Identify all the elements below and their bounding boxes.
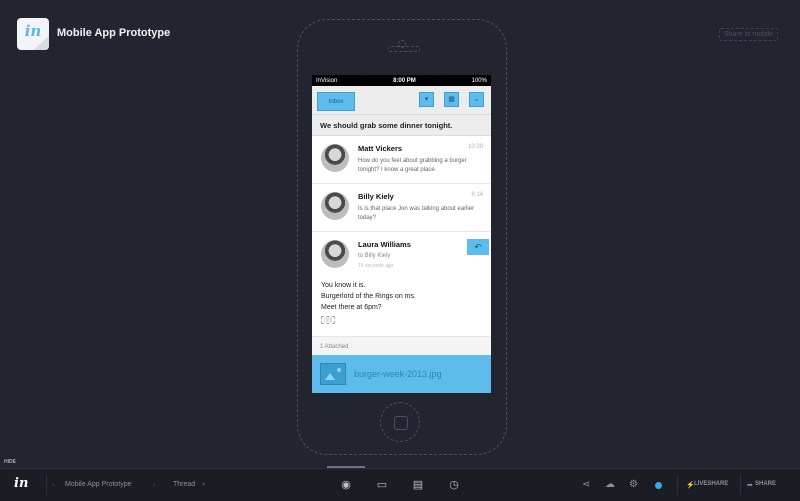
message-body-line: You know it is. [321,282,366,289]
message-item[interactable]: Billy Kiely 6:14 Is is that place Jon wa… [312,184,491,232]
image-icon [320,363,346,385]
avatar [321,240,349,268]
status-time: 8:00 PM [393,77,416,84]
trash-icon[interactable]: ▦ [444,92,459,107]
nav-bar: Inbox ▾ ▦ ⌄ [312,86,491,115]
signature-placeholder: ▯▯▯ [321,316,336,324]
message-body-line: Burgerlord of the Rings on ms. [321,293,416,300]
chevron-down-icon[interactable]: ▾ [202,481,205,488]
share-link-icon[interactable]: ⋖ [582,479,590,491]
divider [46,475,47,495]
comment-mode-icon[interactable]: ▤ [411,478,425,492]
attachment-name: burger-week-2013.jpg [354,369,442,379]
app-logo[interactable]: in [17,18,49,50]
history-mode-icon[interactable]: ◷ [447,478,461,492]
status-bar: InVision 8:00 PM 100% [312,75,491,86]
avatar [321,144,349,172]
message-body: You know it is. Burgerlord of the Rings … [321,280,416,313]
home-button [380,402,420,442]
recipient-label: to Billy Kiely [358,253,391,259]
breadcrumb-separator: › [153,480,156,489]
bottom-toolbar: in › Mobile App Prototype › Thread ▾ ◉ ▭… [0,468,800,501]
divider [677,475,678,495]
breadcrumb-screen[interactable]: Thread [173,481,195,488]
message-preview: Is is that place Jon was talking about e… [358,206,475,221]
invision-logo[interactable]: in [14,476,28,491]
sender-name: Billy Kiely [358,192,394,201]
message-time: 10:39 [467,144,483,150]
avatar [321,192,349,220]
carrier-label: InVision [316,77,338,84]
build-mode-icon[interactable]: ▭ [375,478,389,492]
message-body-line: Meet there at 6pm? [321,304,382,311]
thread-subject: We should grab some dinner tonight. [312,115,491,136]
share-to-mobile-button[interactable]: Share to mobile [718,28,778,41]
inbox-button[interactable]: Inbox [317,92,355,111]
message-time: 6:14 [471,192,483,198]
prototype-screen: InVision 8:00 PM 100% Inbox ▾ ▦ ⌄ We sho… [312,75,491,393]
divider [740,475,741,495]
sender-name: Laura Williams [358,240,411,249]
share-button[interactable]: SHARE [755,481,776,487]
reply-icon: ↶ [474,241,482,252]
reply-button[interactable]: ↶ [467,239,489,255]
message-preview: How do you feel about grabbing a burger … [358,158,467,173]
cloud-sync-icon[interactable]: ☁ [605,479,615,491]
breadcrumb-project[interactable]: Mobile App Prototype [65,481,132,488]
logo-text: in [24,22,42,40]
preview-mode-icon[interactable]: ◉ [339,478,353,492]
hide-toolbar-button[interactable]: HIDE [4,459,16,465]
gear-icon[interactable]: ⚙ [629,479,638,491]
chevron-down-icon[interactable]: ⌄ [469,92,484,107]
breadcrumb-separator: › [52,480,55,489]
share-arrow-icon: ➦ [747,482,753,489]
message-age: 15 seconds ago [358,263,394,269]
sender-name: Matt Vickers [358,144,403,153]
archive-icon[interactable]: ▾ [419,92,434,107]
phone-speaker [388,46,420,52]
liveshare-button[interactable]: LIVESHARE [694,481,728,487]
attachment-item[interactable]: burger-week-2013.jpg [312,355,491,393]
message-item[interactable]: Matt Vickers 10:39 How do you feel about… [312,136,491,184]
battery-label: 100% [471,77,487,84]
project-title: Mobile App Prototype [57,27,171,39]
open-message: Laura Williams to Billy Kiely 15 seconds… [312,232,491,337]
status-indicator-icon[interactable] [655,482,662,489]
